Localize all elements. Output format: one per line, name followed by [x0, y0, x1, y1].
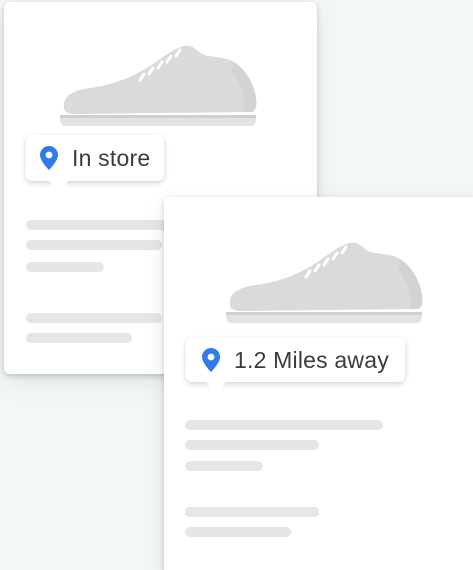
sneaker-icon — [226, 242, 423, 323]
location-tag: 1.2 Miles away — [186, 338, 405, 396]
placeholder-line — [26, 262, 104, 272]
sneaker-icon — [60, 45, 257, 126]
placeholder-line — [26, 333, 132, 343]
location-pin-icon — [40, 146, 58, 170]
placeholder-line — [26, 240, 162, 250]
location-tag: In store — [26, 135, 165, 195]
placeholder-line — [185, 507, 319, 517]
stage: In store 1.2 Miles away — [0, 0, 473, 570]
location-tag-label: 1.2 Miles away — [234, 346, 389, 373]
placeholder-line — [185, 461, 263, 471]
product-card-nearby[interactable]: 1.2 Miles away — [164, 197, 473, 570]
location-tag-label: In store — [72, 144, 151, 171]
placeholder-line — [26, 313, 162, 323]
placeholder-line — [185, 527, 291, 537]
placeholder-line — [185, 420, 383, 430]
placeholder-line — [26, 220, 186, 230]
placeholder-line — [185, 440, 319, 450]
location-pin-icon — [202, 348, 220, 372]
